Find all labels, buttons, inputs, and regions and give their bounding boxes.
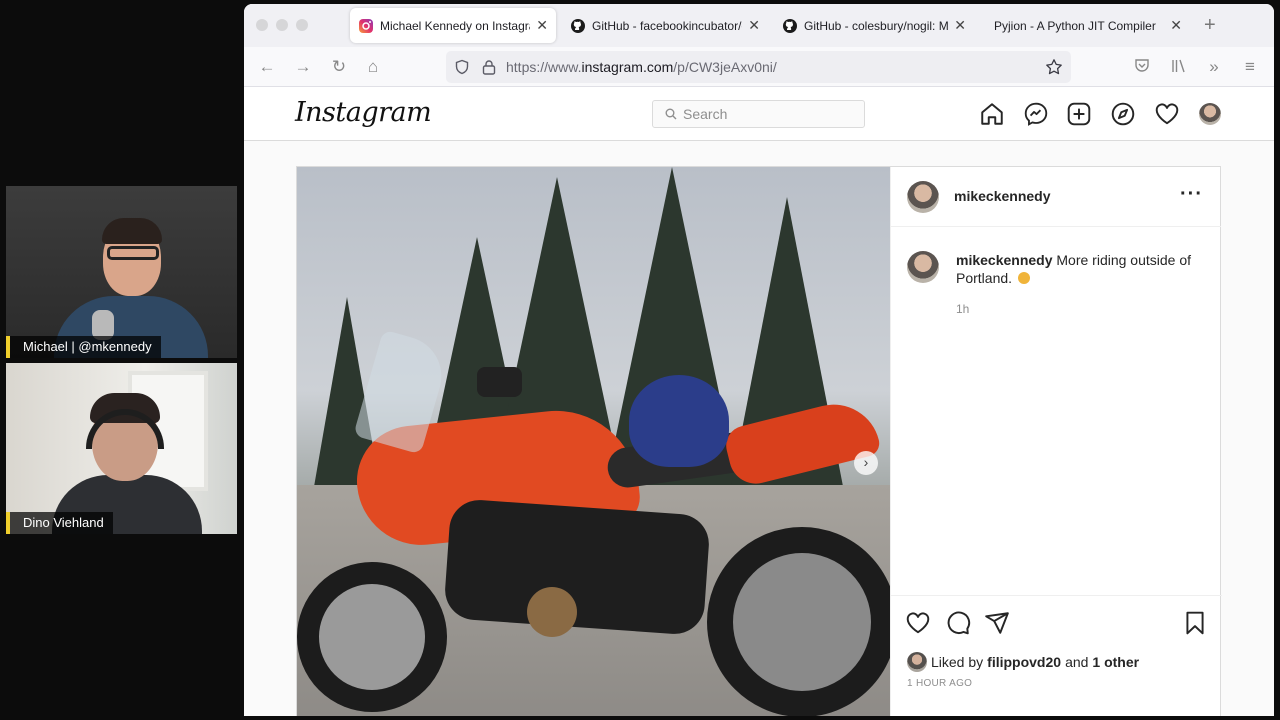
github-icon	[783, 18, 797, 33]
caption-time: 1h	[956, 302, 970, 316]
url-text[interactable]: https://www.instagram.com/p/CW3jeAxv0ni/	[506, 59, 777, 75]
engine-frame	[443, 498, 711, 636]
smile-emoji-icon	[1017, 272, 1030, 284]
reload-icon[interactable]: ↻	[329, 57, 349, 77]
caption-username[interactable]: mikeckennedy	[956, 252, 1053, 268]
instagram-icon	[359, 18, 373, 33]
post-photo[interactable]: ›	[297, 167, 890, 716]
tab-title: GitHub - facebookincubator/c	[592, 18, 743, 33]
home-icon[interactable]	[979, 101, 1005, 127]
url-domain: instagram.com	[581, 59, 674, 75]
tab-pyjion[interactable]: Pyjion - A Python JIT Compiler ✕	[986, 8, 1190, 43]
post-timestamp[interactable]: 1 HOUR AGO	[907, 678, 972, 689]
tab-github-cinder[interactable]: GitHub - facebookincubator/c ✕	[562, 8, 768, 43]
instagram-header: Instagram Search	[244, 87, 1274, 141]
pocket-icon[interactable]	[1132, 57, 1152, 77]
new-tab-button[interactable]: +	[1204, 14, 1216, 37]
minimize-window-button[interactable]	[276, 19, 288, 31]
home-icon[interactable]: ⌂	[363, 57, 383, 77]
instagram-post: › mikeckennedy ··· mikeckennedy More rid…	[296, 166, 1222, 716]
url-path: /p/CW3jeAxv0ni/	[673, 59, 777, 75]
carousel-next-button[interactable]: ›	[854, 451, 878, 475]
browser-window: Michael Kennedy on Instagram ✕ GitHub - …	[244, 4, 1274, 716]
github-icon	[571, 18, 585, 33]
profile-avatar[interactable]	[1199, 103, 1221, 125]
instagram-logo[interactable]: Instagram	[295, 97, 432, 128]
liker-username[interactable]: filippovd20	[987, 654, 1061, 670]
participant-name: Michael | @mkennedy	[6, 336, 161, 358]
close-icon[interactable]: ✕	[748, 17, 760, 34]
post-caption: mikeckennedy More riding outside of Port…	[956, 251, 1211, 287]
video-tile-michael: Michael | @mkennedy	[6, 186, 237, 358]
close-icon[interactable]: ✕	[1170, 17, 1182, 34]
helmet	[629, 375, 729, 467]
glasses	[107, 246, 159, 260]
post-header: mikeckennedy ···	[891, 167, 1221, 227]
forward-arrow-icon[interactable]: →	[293, 57, 313, 77]
tab-github-nogil[interactable]: GitHub - colesbury/nogil: Mult ✕	[774, 8, 974, 43]
search-placeholder: Search	[683, 106, 728, 122]
overflow-chevron-icon[interactable]: »	[1204, 57, 1224, 77]
liked-by: Liked by filippovd20 and 1 other	[907, 652, 1143, 672]
liker-avatar[interactable]	[907, 652, 927, 672]
tab-title: Pyjion - A Python JIT Compiler	[994, 18, 1156, 33]
author-avatar[interactable]	[907, 181, 939, 213]
person-hair	[102, 218, 162, 244]
save-bookmark-icon[interactable]	[1182, 610, 1208, 636]
tab-instagram[interactable]: Michael Kennedy on Instagram ✕	[350, 8, 556, 43]
url-prefix: https://www.	[506, 59, 582, 75]
like-heart-icon[interactable]	[905, 610, 931, 636]
tab-bar: Michael Kennedy on Instagram ✕ GitHub - …	[244, 4, 1274, 47]
navigation-toolbar: ← → ↻ ⌂ https://www.instagram.com/p/CW3j…	[244, 47, 1274, 87]
library-icon[interactable]	[1169, 57, 1189, 77]
close-window-button[interactable]	[256, 19, 268, 31]
post-sidebar: mikeckennedy ··· mikeckennedy More ridin…	[890, 167, 1222, 716]
liked-by-prefix: Liked by	[931, 654, 984, 670]
liked-by-and: and	[1065, 654, 1089, 670]
bookmark-star-icon[interactable]	[1045, 58, 1063, 76]
tab-title: Michael Kennedy on Instagram	[380, 18, 531, 33]
new-post-icon[interactable]	[1066, 101, 1092, 127]
lock-icon[interactable]	[482, 59, 496, 75]
hamburger-menu-icon[interactable]: ≡	[1240, 57, 1260, 77]
search-icon	[665, 108, 677, 120]
explore-icon[interactable]	[1110, 101, 1136, 127]
close-icon[interactable]: ✕	[954, 17, 966, 34]
share-icon[interactable]	[984, 610, 1010, 636]
rear-wheel	[707, 527, 890, 716]
activity-heart-icon[interactable]	[1154, 101, 1180, 127]
post-actions: Liked by filippovd20 and 1 other 1 HOUR …	[891, 595, 1222, 716]
caption-avatar[interactable]	[907, 251, 939, 283]
author-username[interactable]: mikeckennedy	[954, 188, 1051, 204]
video-tile-dino: Dino Viehland	[6, 363, 237, 534]
address-bar[interactable]: https://www.instagram.com/p/CW3jeAxv0ni/	[446, 51, 1071, 83]
zoom-window-button[interactable]	[296, 19, 308, 31]
front-wheel	[297, 562, 447, 712]
mirror	[477, 367, 522, 397]
comment-icon[interactable]	[945, 610, 971, 636]
messenger-icon[interactable]	[1023, 101, 1049, 127]
search-input[interactable]: Search	[652, 100, 865, 128]
window-controls	[256, 19, 308, 31]
close-icon[interactable]: ✕	[536, 17, 548, 34]
tab-title: GitHub - colesbury/nogil: Mult	[804, 18, 949, 33]
liked-others-link[interactable]: 1 other	[1092, 654, 1139, 670]
more-options-icon[interactable]: ···	[1180, 183, 1203, 206]
back-arrow-icon[interactable]: ←	[257, 57, 277, 77]
shield-icon[interactable]	[454, 59, 470, 75]
participant-name: Dino Viehland	[6, 512, 113, 534]
engine-cover	[527, 587, 577, 637]
